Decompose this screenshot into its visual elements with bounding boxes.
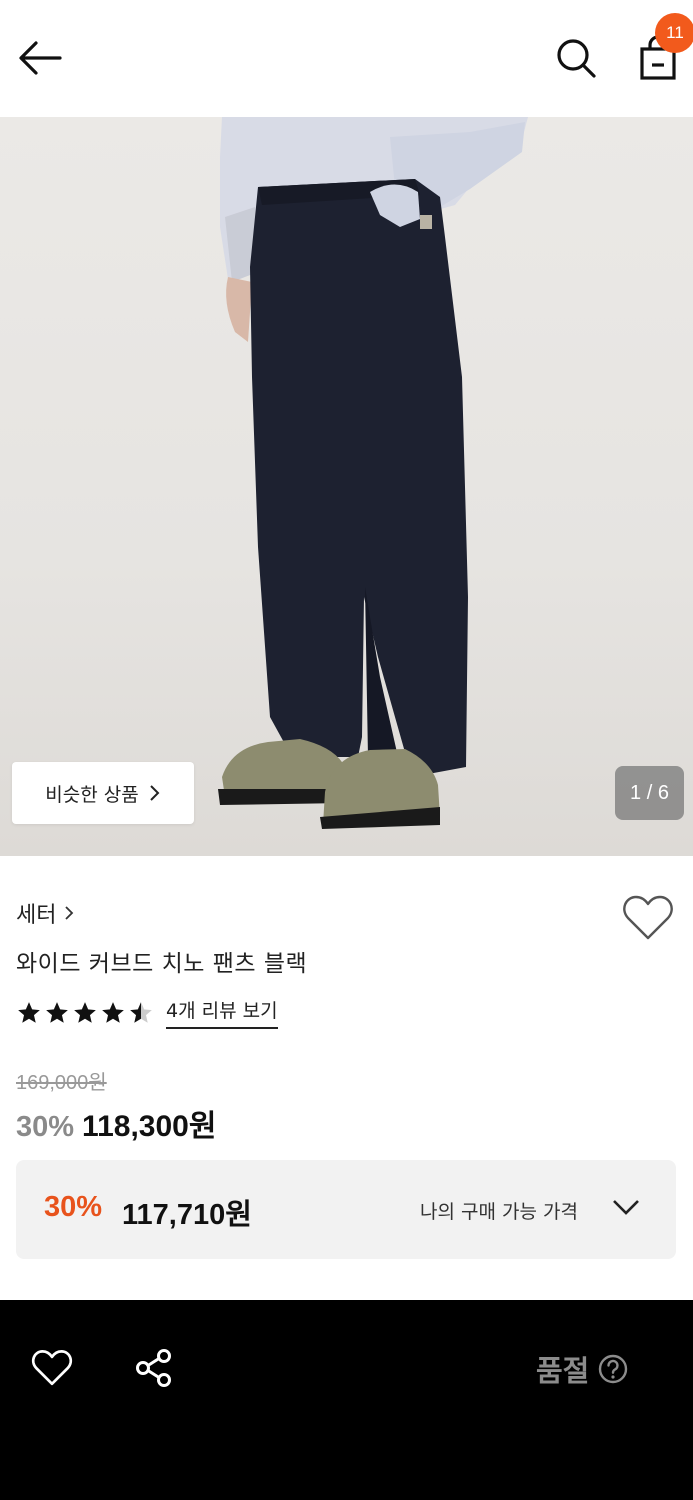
product-photo [218, 117, 528, 829]
top-header: 11 [0, 0, 693, 117]
similar-products-label: 비슷한 상품 [45, 783, 139, 806]
star-filled-icon [18, 1001, 40, 1023]
brand-name: 세터 [16, 903, 57, 928]
discount-rate: 30% [16, 1111, 75, 1143]
star-filled-icon [46, 1001, 68, 1023]
heart-outline-icon [623, 895, 673, 940]
my-purchase-price: 117,710원 [122, 1199, 252, 1231]
star-rating [16, 1000, 154, 1026]
star-filled-icon [102, 1001, 124, 1023]
share-button[interactable] [128, 1344, 180, 1392]
cart-count-badge: 11 [655, 13, 693, 53]
search-button[interactable] [548, 30, 604, 86]
my-price-label: 나의 구매 가능 가격 [420, 1201, 578, 1223]
like-button[interactable] [26, 1344, 78, 1392]
heart-outline-icon [31, 1350, 73, 1386]
price-row: 30% 118,300원 [16, 1101, 216, 1145]
image-page-indicator: 1 / 6 [615, 766, 684, 820]
my-purchase-price-dropdown[interactable]: 30% 117,710원 나의 구매 가능 가격 [16, 1160, 676, 1259]
chevron-right-icon [65, 906, 74, 920]
question-circle-icon[interactable] [597, 1353, 629, 1385]
chevron-down-icon [613, 1200, 639, 1215]
my-discount-rate: 30% [44, 1191, 103, 1223]
review-link[interactable]: 4개 리뷰 보기 [166, 996, 278, 1029]
product-image-gallery[interactable]: 비슷한 상품 1 / 6 [0, 117, 693, 856]
soldout-status: 품절 [536, 1348, 629, 1390]
rating-row: 4개 리뷰 보기 [16, 996, 278, 1029]
search-icon [557, 39, 596, 78]
star-half-icon [130, 1001, 152, 1023]
arrow-left-icon [19, 41, 62, 75]
chevron-right-icon [150, 785, 160, 801]
soldout-label: 품절 [536, 1354, 590, 1388]
similar-products-button[interactable]: 비슷한 상품 [12, 762, 194, 824]
original-price: 169,000원 [16, 1072, 107, 1094]
share-icon [136, 1349, 171, 1387]
star-filled-icon [74, 1001, 96, 1023]
product-title: 와이드 커브드 치노 팬츠 블랙 [16, 951, 308, 977]
back-button[interactable] [12, 30, 68, 86]
wishlist-button[interactable] [622, 894, 674, 944]
brand-link[interactable]: 세터 [16, 897, 74, 929]
sale-price: 118,300원 [82, 1110, 217, 1143]
bottom-action-bar: 품절 [0, 1300, 693, 1500]
